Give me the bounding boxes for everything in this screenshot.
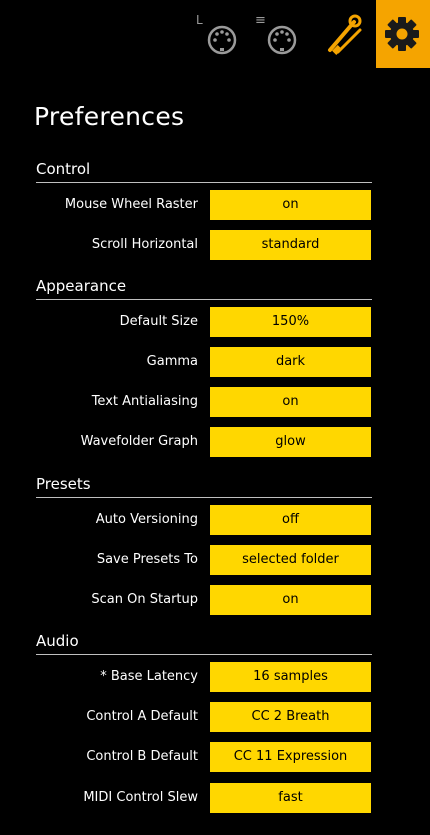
pref-label: Control A Default [86,709,198,724]
pref-row-default-size: Default Size 150% [0,307,430,337]
section-title: Presets [36,475,91,493]
svg-text:L: L [196,13,203,27]
default-size-button[interactable]: 150% [210,307,371,337]
pref-label: Gamma [146,354,198,369]
control-a-default-button[interactable]: CC 2 Breath [210,702,371,732]
pref-label: Control B Default [86,749,198,764]
pref-row-save-presets-to: Save Presets To selected folder [0,545,430,575]
pref-row-base-latency: * Base Latency 16 samples [0,662,430,692]
section-title: Audio [36,632,79,650]
section-title: Appearance [36,277,127,295]
pref-label: Text Antialiasing [91,394,198,409]
midi-control-slew-button[interactable]: fast [210,783,371,813]
svg-text:≡: ≡ [255,13,266,28]
pref-row-mouse-wheel-raster: Mouse Wheel Raster on [0,190,430,220]
pref-row-control-b-default: Control B Default CC 11 Expression [0,742,430,772]
pref-row-scroll-horizontal: Scroll Horizontal standard [0,230,430,260]
save-presets-to-button[interactable]: selected folder [210,545,371,575]
pref-row-auto-versioning: Auto Versioning off [0,505,430,535]
page-title: Preferences [34,102,185,131]
wavefolder-graph-button[interactable]: glow [210,427,371,457]
pref-label: * Base Latency [100,669,198,684]
pref-row-control-a-default: Control A Default CC 2 Breath [0,702,430,732]
section-title: Control [36,160,91,178]
top-toolbar: L ≡ [0,0,430,68]
midi-port-l-icon[interactable]: L [194,10,238,58]
tools-icon[interactable] [322,10,366,58]
pref-label: Mouse Wheel Raster [64,197,198,212]
pref-label: Save Presets To [96,552,198,567]
gear-icon[interactable] [376,0,430,68]
pref-row-gamma: Gamma dark [0,347,430,377]
gamma-button[interactable]: dark [210,347,371,377]
auto-versioning-button[interactable]: off [210,505,371,535]
pref-row-scan-on-startup: Scan On Startup on [0,585,430,615]
scroll-horizontal-button[interactable]: standard [210,230,371,260]
text-antialiasing-button[interactable]: on [210,387,371,417]
section-header-presets: Presets [36,475,372,498]
midi-port-e-icon[interactable]: ≡ [254,10,298,58]
pref-label: Scroll Horizontal [91,237,198,252]
section-header-audio: Audio [36,632,372,655]
mouse-wheel-raster-button[interactable]: on [210,190,371,220]
pref-row-text-antialiasing: Text Antialiasing on [0,387,430,417]
pref-label: MIDI Control Slew [83,790,198,805]
pref-label: Default Size [119,314,198,329]
control-b-default-button[interactable]: CC 11 Expression [210,742,371,772]
pref-label: Scan On Startup [91,592,198,607]
section-header-appearance: Appearance [36,277,372,300]
section-header-control: Control [36,160,372,183]
scan-on-startup-button[interactable]: on [210,585,371,615]
base-latency-button[interactable]: 16 samples [210,662,371,692]
pref-row-midi-control-slew: MIDI Control Slew fast [0,783,430,813]
pref-label: Auto Versioning [95,512,198,527]
pref-label: Wavefolder Graph [80,434,198,449]
pref-row-wavefolder-graph: Wavefolder Graph glow [0,427,430,457]
